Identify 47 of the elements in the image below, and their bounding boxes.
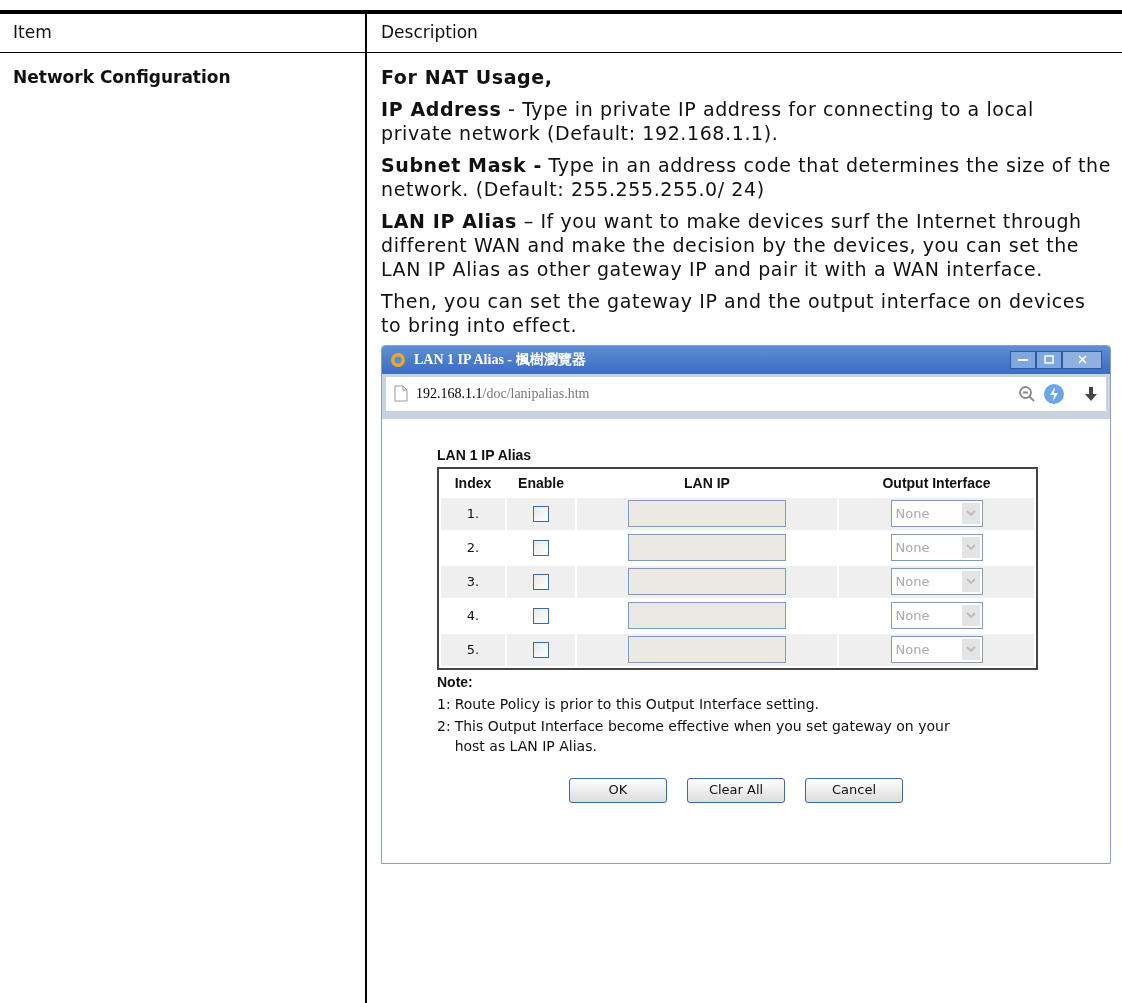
page-icon <box>394 385 408 402</box>
output-interface-dropdown[interactable]: None <box>890 500 983 527</box>
close-button[interactable] <box>1062 350 1102 369</box>
enable-checkbox[interactable] <box>533 608 549 625</box>
item-label: Network Configuration <box>13 66 231 87</box>
index-cell: 1. <box>441 497 505 530</box>
dialog-button[interactable]: Cancel <box>805 777 903 803</box>
close-icon <box>1077 355 1087 364</box>
output-interface-dropdown[interactable]: None <box>890 602 983 629</box>
note-text: Route Policy is prior to this Output Interface setting. <box>454 694 820 714</box>
note-label: Note: <box>437 672 474 692</box>
column-header: LAN IP <box>683 473 731 493</box>
description-paragraph: Subnet Mask - Type in an address code that determines the size of the network. (Default: 255.255.255.0/ 24) <box>381 152 1111 201</box>
column-header: Enable <box>517 473 565 493</box>
enable-checkbox[interactable] <box>533 574 549 591</box>
description-paragraph: Then, you can set the gateway IP and the output interface on devices to bring into effect. <box>381 288 1087 337</box>
note-number: 2: <box>437 716 451 736</box>
output-interface-dropdown[interactable]: None <box>890 636 983 663</box>
column-header: Index <box>453 473 493 493</box>
enable-checkbox[interactable] <box>533 540 549 557</box>
description-paragraph: LAN IP Alias – If you want to make devices surf the Internet through different WAN and make the decision by the devices, you can set the LAN IP Alias as other gateway IP and pair it with a WAN interface. <box>381 208 1083 281</box>
enable-checkbox[interactable] <box>533 642 549 659</box>
note-text: This Output Interface become effective when you set gateway on your host as LAN IP Alias. <box>454 716 951 756</box>
dialog-button[interactable]: Clear All <box>687 777 785 803</box>
output-interface-dropdown[interactable]: None <box>890 534 983 561</box>
note-number: 1: <box>437 694 451 714</box>
download-icon[interactable] <box>1084 385 1098 402</box>
section-title: LAN 1 IP Alias <box>437 445 533 465</box>
maximize-button[interactable] <box>1036 350 1062 369</box>
column-header: Description <box>380 21 479 44</box>
maximize-icon <box>1044 355 1054 364</box>
url-text: 192.168.1.1/doc/lanipalias.htm <box>416 385 590 403</box>
column-header: Output Interface <box>881 473 992 493</box>
index-cell: 3. <box>441 565 505 598</box>
lightning-icon[interactable] <box>1044 383 1064 404</box>
output-interface-dropdown[interactable]: None <box>890 568 983 595</box>
address-bar[interactable]: 192.168.1.1/doc/lanipalias.htm <box>386 376 1106 411</box>
description-paragraph: IP Address - Type in private IP address for connecting to a local private network (Default: 192.168.1.1). <box>381 96 1035 145</box>
browser-logo-icon <box>390 351 406 368</box>
window-title: LAN 1 IP Alias - 楓樹瀏覽器 <box>414 351 586 369</box>
description-paragraph: For NAT Usage, <box>381 64 554 89</box>
zoom-out-icon[interactable] <box>1018 384 1036 403</box>
index-cell: 5. <box>441 633 505 666</box>
column-header: Item <box>0 14 367 52</box>
enable-checkbox[interactable] <box>533 506 549 523</box>
minimize-button[interactable] <box>1010 350 1036 369</box>
dialog-button[interactable]: OK <box>569 777 667 803</box>
